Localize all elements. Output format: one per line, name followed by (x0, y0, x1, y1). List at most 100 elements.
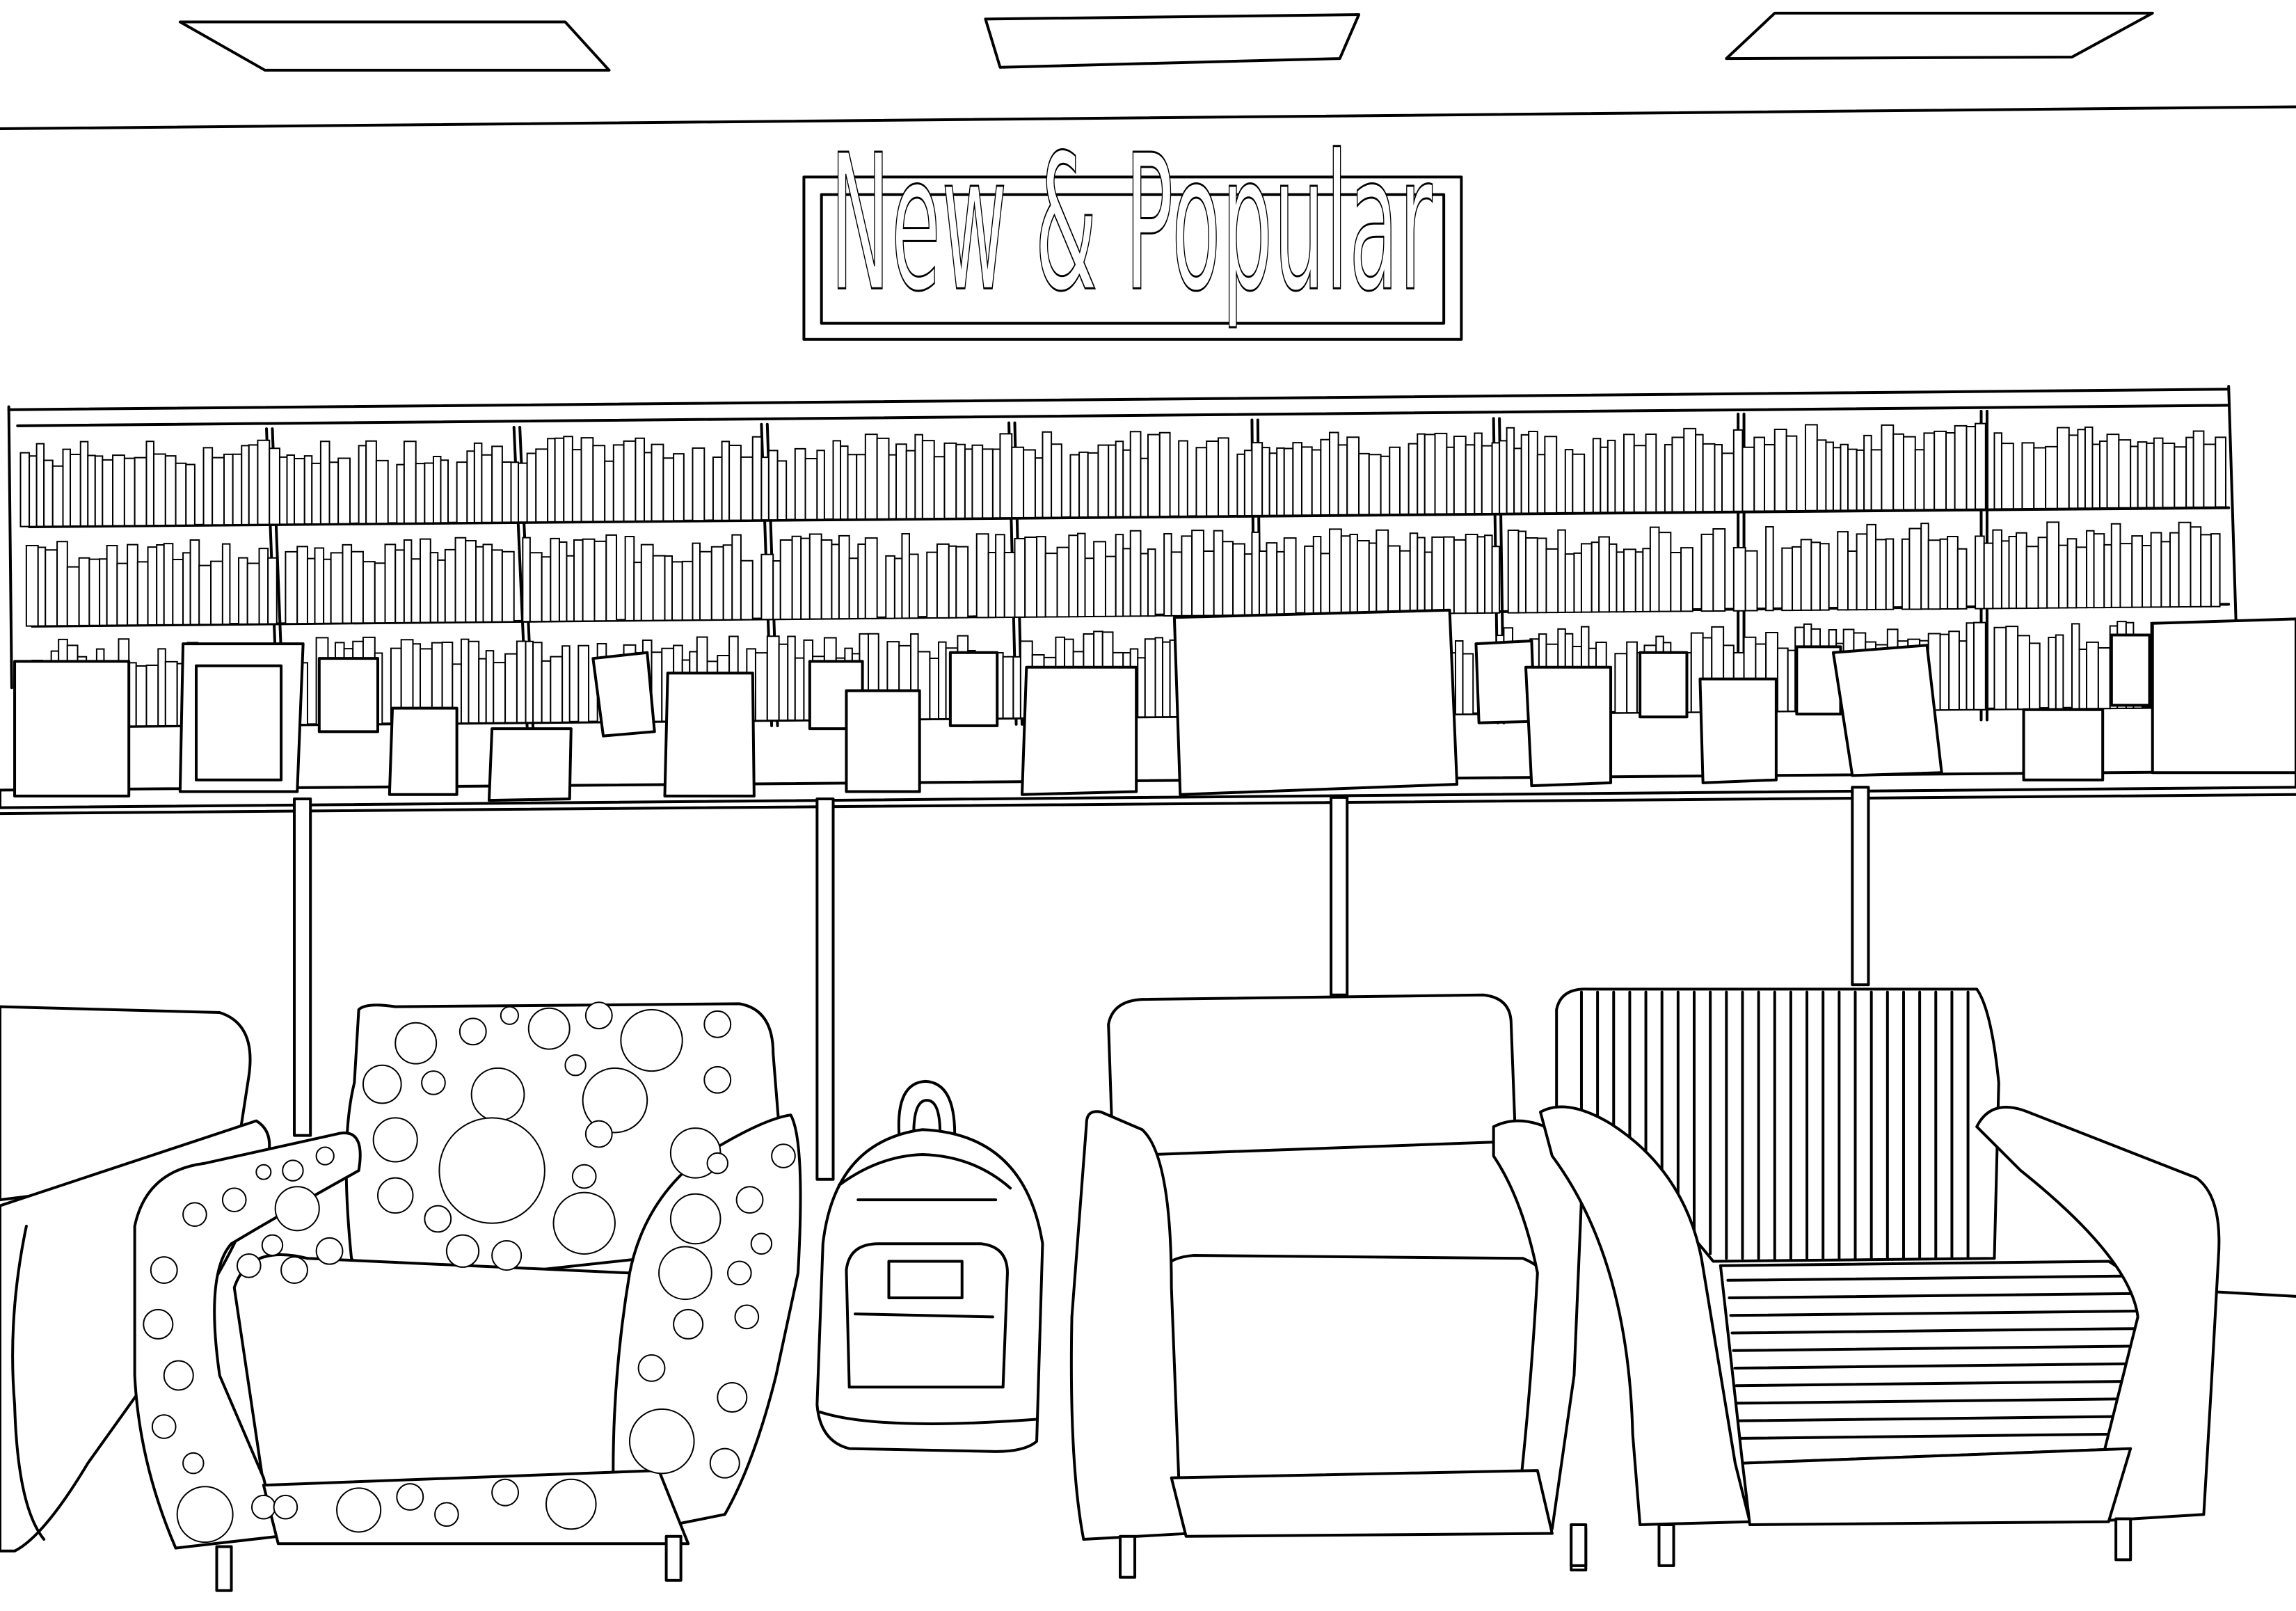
book-spine (285, 552, 297, 624)
book-spine (1616, 552, 1624, 612)
book-spine (2112, 524, 2121, 608)
book-spine (792, 537, 802, 619)
book-spine (2085, 427, 2093, 508)
book-spine (542, 557, 551, 621)
book-spine (1284, 538, 1296, 614)
book-spine (1035, 458, 1043, 517)
sign-label: New & Popular (830, 114, 1433, 333)
polka-dot (237, 1254, 261, 1278)
book-spine (1833, 447, 1841, 510)
book-spine (148, 547, 157, 625)
book-spine (1634, 445, 1646, 512)
book-spine (2076, 547, 2087, 608)
book-spine (1837, 532, 1848, 610)
book-spine (404, 540, 412, 623)
book-spine (1826, 443, 1833, 511)
book-spine (2179, 523, 2191, 607)
book-spine (1940, 539, 1948, 609)
polka-dot (256, 1165, 271, 1180)
polka-dot (772, 1144, 795, 1168)
book-spine (732, 535, 741, 620)
book-spine (1485, 535, 1492, 613)
book-spine (1627, 642, 1637, 713)
book-spine (810, 534, 822, 619)
book-spine (331, 553, 343, 623)
book-spine (779, 644, 788, 720)
book-spine (1314, 537, 1321, 614)
book-spine (769, 450, 778, 520)
book-spine (420, 539, 431, 623)
book-spine (1259, 551, 1267, 615)
book-spine (605, 461, 614, 521)
book-spine (573, 450, 582, 522)
display-book (1640, 653, 1687, 717)
book-spine (1013, 657, 1021, 718)
book-spine (1123, 450, 1131, 517)
book-spine (1284, 448, 1293, 515)
book-spine (1702, 534, 1714, 611)
book-spine (1734, 548, 1746, 611)
book-spine (37, 444, 45, 527)
book-spine (866, 538, 877, 619)
book-spine (351, 552, 363, 624)
polka-dot (621, 1010, 682, 1071)
book-spine (566, 556, 574, 621)
book-spine (1262, 447, 1270, 516)
book-spine (493, 662, 505, 723)
book-spine (2174, 447, 2186, 507)
display-book (2112, 635, 2150, 706)
book-spine (831, 544, 839, 619)
book-spine (965, 449, 973, 518)
book-spine (1138, 658, 1145, 717)
book-spine (934, 457, 945, 518)
book-spine (1085, 558, 1094, 617)
book-spine (248, 563, 260, 624)
book-spine (176, 463, 186, 525)
polka-dot (751, 1234, 772, 1254)
book-spine (1764, 445, 1775, 511)
book-spine (1546, 549, 1558, 612)
book-spine (338, 459, 350, 524)
book-spine (2018, 635, 2030, 709)
polka-dot (472, 1068, 525, 1121)
book-spine (1499, 441, 1507, 513)
book-spine (183, 553, 191, 624)
book-spine (2120, 543, 2132, 608)
polka-dot (274, 1495, 298, 1519)
display-book (15, 661, 129, 795)
book-spine (1792, 547, 1801, 610)
book-spine (411, 559, 420, 622)
polka-dot (492, 1241, 521, 1270)
book-spine (1425, 552, 1433, 613)
book-spine (1650, 527, 1659, 612)
book-spine (578, 646, 589, 722)
book-spine (778, 461, 787, 520)
book-spine (1696, 435, 1703, 512)
book-spine (233, 454, 242, 525)
book-spine (896, 444, 907, 518)
book-spine (848, 454, 857, 519)
book-spine (644, 452, 652, 521)
book-spine (1116, 441, 1124, 516)
book-spine (1966, 427, 1975, 509)
book-spine (1204, 551, 1214, 615)
book-spine (1148, 549, 1156, 616)
book-spine (672, 562, 683, 620)
book-spine (1014, 539, 1025, 617)
book-spine (1909, 528, 1921, 609)
book-spine (1857, 534, 1867, 610)
book-spine (1624, 549, 1636, 612)
book-spine (663, 458, 673, 521)
book-spine (856, 454, 866, 519)
book-spine (548, 438, 555, 522)
backpack (817, 1081, 1042, 1452)
book-spine (1196, 447, 1206, 516)
book-spine (1893, 434, 1904, 510)
book-spine (2046, 447, 2057, 509)
book-spine (1600, 447, 1608, 513)
book-spine (1339, 445, 1348, 514)
book-spine (1293, 443, 1302, 515)
book-spine (1609, 544, 1617, 612)
book-spine (652, 445, 664, 521)
book-spine (1572, 454, 1584, 513)
